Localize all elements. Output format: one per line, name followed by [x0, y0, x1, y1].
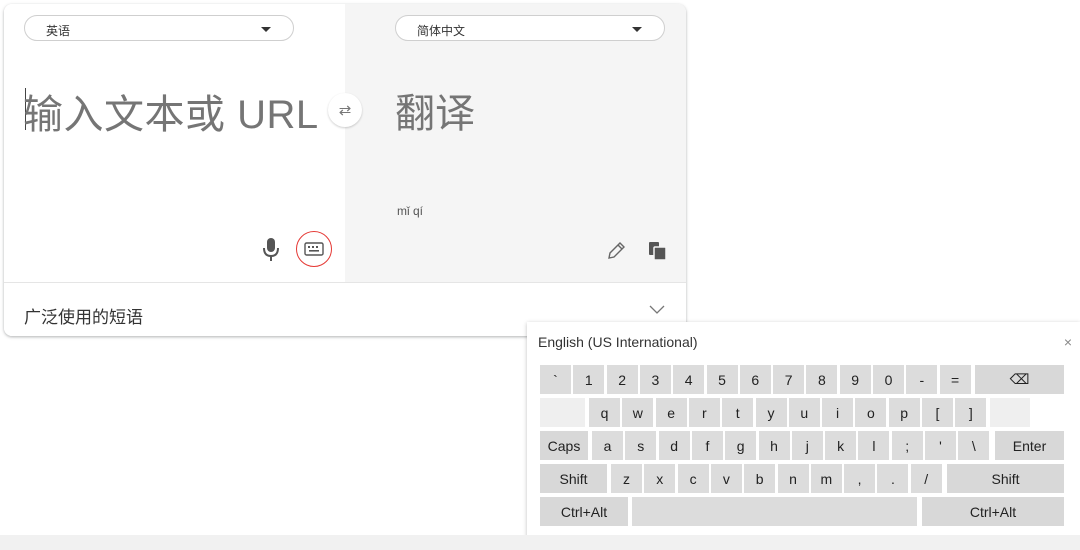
key-8[interactable]: 8 — [806, 365, 838, 394]
key-5[interactable]: n — [777, 464, 809, 493]
translator-card: 英语 输入文本或 URL 简体中文 翻译 mǐ qí ⇄ 广泛使用的短语 — [4, 4, 686, 336]
key-7[interactable]: , — [844, 464, 876, 493]
dropdown-caret-icon — [261, 27, 271, 32]
key-7[interactable]: 7 — [773, 365, 805, 394]
key-[[interactable]: [ — [922, 398, 953, 427]
chevron-down-icon — [649, 305, 665, 314]
target-pane: 简体中文 翻译 mǐ qí — [345, 4, 686, 282]
key-6[interactable]: m — [810, 464, 842, 493]
shift-left-key[interactable]: Shift — [540, 464, 607, 493]
virtual-keyboard-panel: English (US International) × ` 1 2 3 4 5 6 7 8 9 0… — [527, 322, 1080, 550]
key-7[interactable]: k — [825, 431, 857, 460]
key-9[interactable]: 9 — [839, 365, 871, 394]
key-6[interactable]: 6 — [739, 365, 771, 394]
key-o[interactable]: o — [855, 398, 887, 427]
key-u[interactable]: u — [788, 398, 820, 427]
key-3[interactable]: 3 — [639, 365, 671, 394]
key-4[interactable]: b — [744, 464, 776, 493]
key-2[interactable]: c — [677, 464, 709, 493]
key-5[interactable]: 5 — [706, 365, 738, 394]
key-e[interactable]: e — [655, 398, 687, 427]
key-1[interactable]: x — [644, 464, 676, 493]
key-3[interactable]: f — [691, 431, 723, 460]
key-10[interactable]: 0 — [873, 365, 904, 394]
key-5[interactable]: h — [758, 431, 790, 460]
key-9[interactable]: ; — [891, 431, 923, 460]
virtual-keyboard-button[interactable] — [296, 231, 332, 267]
key-i[interactable]: i — [822, 398, 854, 427]
shift-right-key[interactable]: Shift — [947, 464, 1064, 493]
source-pane[interactable]: 英语 输入文本或 URL — [4, 4, 345, 282]
pinyin-transliteration: mǐ qí — [397, 204, 424, 218]
caps-lock-key[interactable]: Caps — [540, 431, 588, 460]
close-icon[interactable]: × — [1064, 334, 1072, 350]
target-language-select[interactable]: 简体中文 — [395, 15, 665, 41]
key-2[interactable]: 2 — [606, 365, 638, 394]
key-0[interactable]: a — [592, 431, 623, 460]
source-text-input[interactable]: 输入文本或 URL — [23, 82, 319, 140]
key-][interactable]: ] — [955, 398, 987, 427]
key-4[interactable]: g — [725, 431, 757, 460]
key-11[interactable]: - — [906, 365, 938, 394]
key-1[interactable]: s — [625, 431, 657, 460]
pencil-icon[interactable] — [605, 240, 627, 262]
key-spacer-left — [540, 398, 585, 427]
dropdown-caret-icon — [632, 27, 642, 32]
keyboard-layout-title: English (US International) — [538, 334, 698, 350]
key-q[interactable]: q — [589, 398, 620, 427]
key-r[interactable]: r — [688, 398, 720, 427]
backspace-icon[interactable]: ⌫ — [975, 365, 1064, 394]
ctrl-alt-right-key[interactable]: Ctrl+Alt — [922, 497, 1064, 526]
key-spacer-right — [990, 398, 1030, 427]
source-language-select[interactable]: 英语 — [24, 15, 294, 41]
key-y[interactable]: y — [755, 398, 787, 427]
key-10[interactable]: ' — [925, 431, 956, 460]
key-0[interactable]: ` — [540, 365, 571, 394]
target-language-label: 简体中文 — [417, 24, 466, 38]
key-1[interactable]: 1 — [573, 365, 605, 394]
microphone-icon[interactable] — [259, 234, 283, 264]
key-w[interactable]: w — [622, 398, 654, 427]
key-12[interactable]: = — [939, 365, 971, 394]
swap-languages-button[interactable]: ⇄ — [328, 93, 362, 127]
copy-icon[interactable] — [647, 240, 669, 262]
ctrl-alt-left-key[interactable]: Ctrl+Alt — [540, 497, 628, 526]
key-4[interactable]: 4 — [673, 365, 705, 394]
keyboard-icon — [304, 242, 324, 256]
translation-output: 翻译 — [395, 92, 475, 136]
key-8[interactable]: . — [877, 464, 909, 493]
key-p[interactable]: p — [888, 398, 920, 427]
key-3[interactable]: v — [710, 464, 742, 493]
key-11[interactable]: \ — [958, 431, 990, 460]
key-6[interactable]: j — [791, 431, 823, 460]
common-phrases-label: 广泛使用的短语 — [24, 308, 143, 327]
key-0[interactable]: z — [611, 464, 642, 493]
key-t[interactable]: t — [722, 398, 754, 427]
key-9[interactable]: / — [910, 464, 942, 493]
key-8[interactable]: l — [858, 431, 890, 460]
source-language-label: 英语 — [46, 24, 71, 38]
enter-key[interactable]: Enter — [995, 431, 1064, 460]
space-key[interactable] — [632, 497, 917, 526]
key-2[interactable]: d — [658, 431, 690, 460]
swap-icon: ⇄ — [338, 102, 352, 119]
page-footer-band — [0, 535, 1080, 550]
